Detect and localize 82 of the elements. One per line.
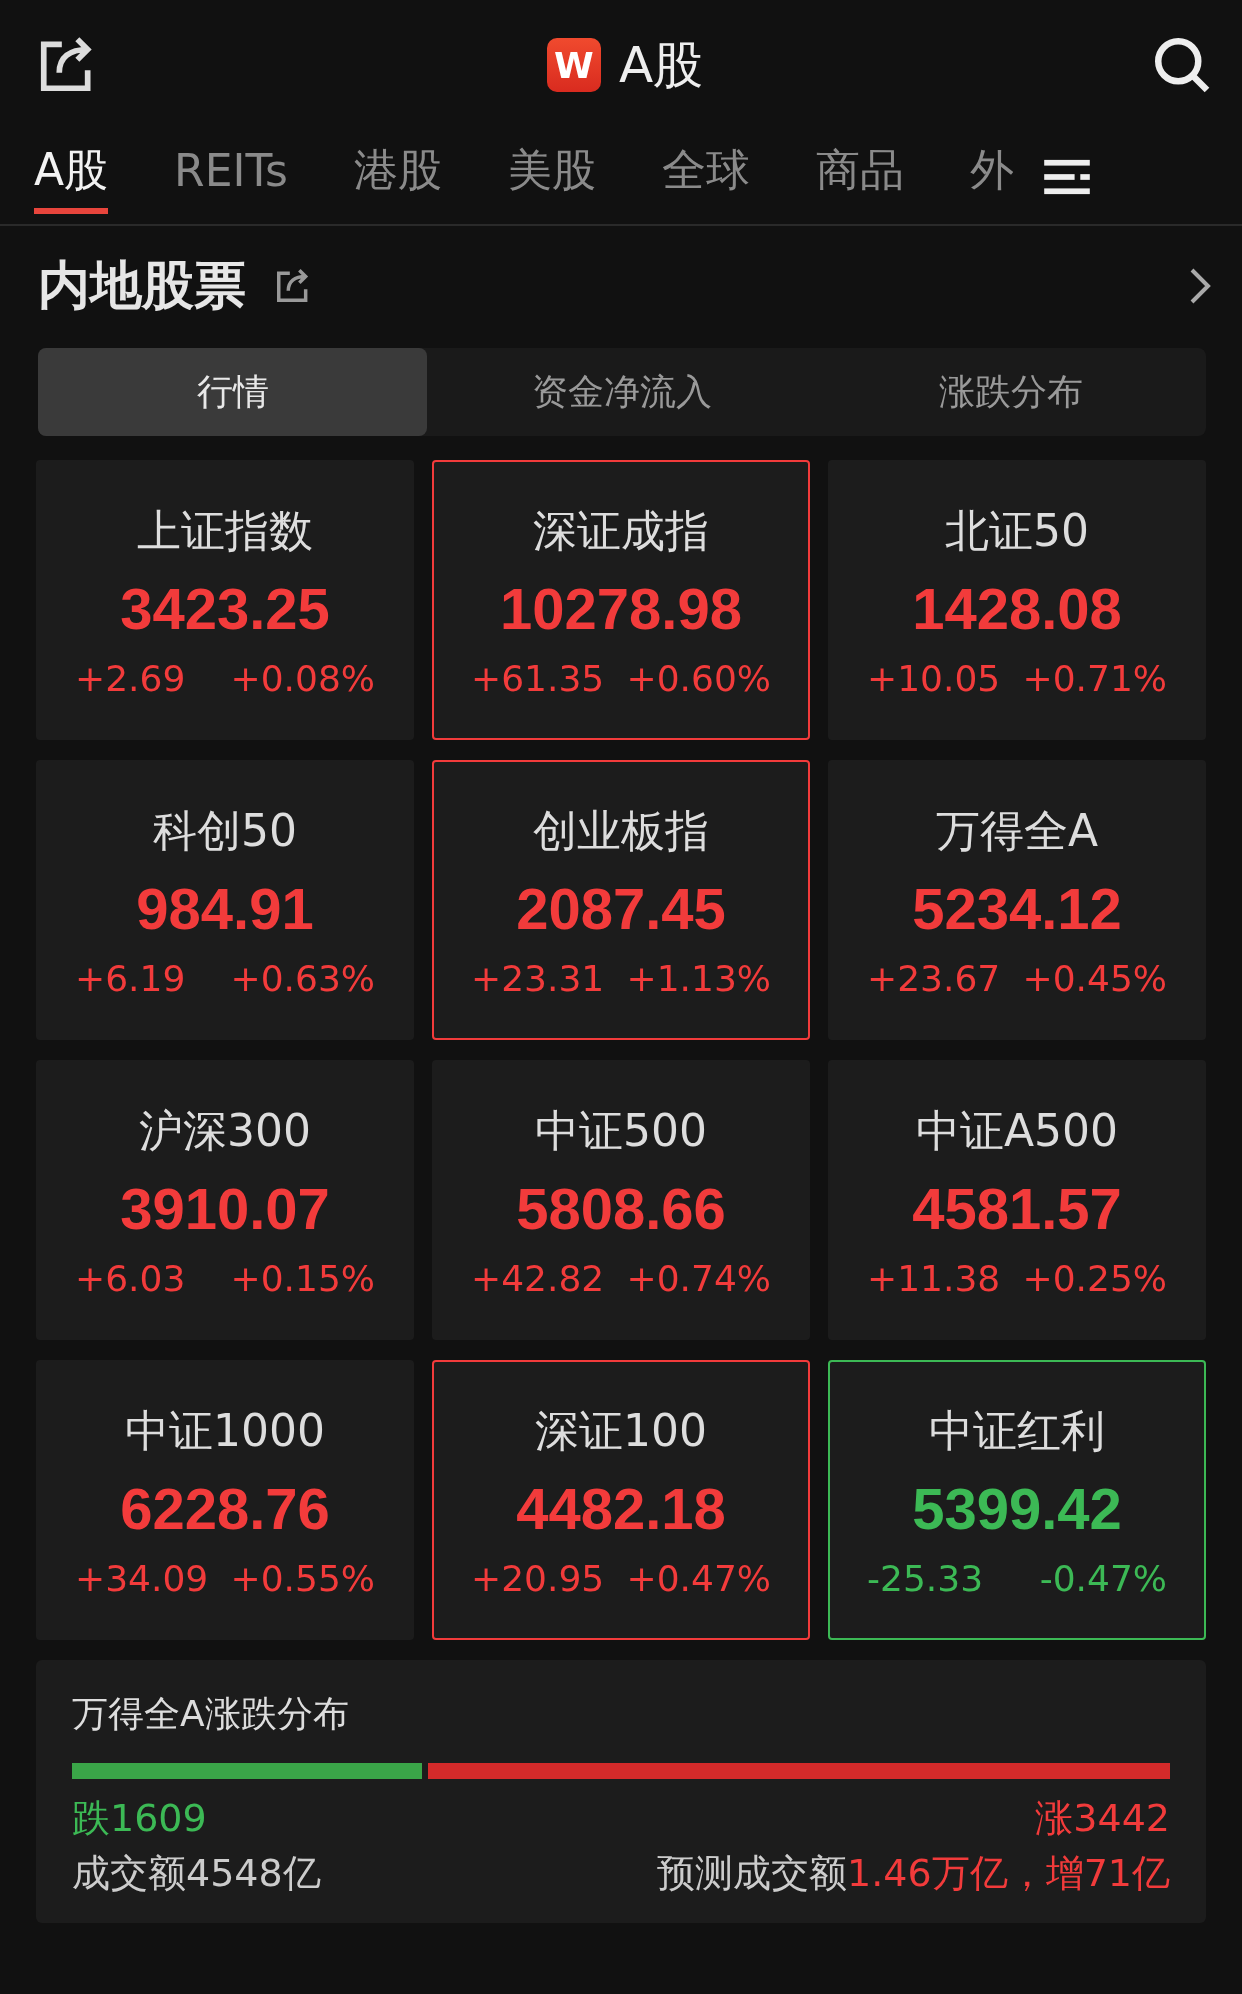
search-icon[interactable] <box>1152 35 1212 95</box>
index-change: +61.35 <box>471 657 605 699</box>
index-percent: +0.08% <box>230 657 375 699</box>
index-percent: +0.47% <box>626 1557 771 1599</box>
index-percent: +0.15% <box>230 1257 375 1299</box>
index-value: 3423.25 <box>120 574 330 642</box>
index-change: +23.31 <box>471 957 605 999</box>
index-value: 1428.08 <box>912 574 1122 642</box>
market-tab[interactable]: REITs <box>174 144 288 210</box>
index-change: -25.33 <box>867 1557 984 1599</box>
index-card[interactable]: 科创50 984.91 +6.19 +0.63% <box>36 760 414 1040</box>
market-tab[interactable]: 美股 <box>508 140 596 214</box>
app-logo: W <box>546 38 601 92</box>
index-percent: +0.71% <box>1022 657 1167 699</box>
index-card[interactable]: 深证100 4482.18 +20.95 +0.47% <box>432 1360 810 1640</box>
index-card[interactable]: 中证500 5808.66 +42.82 +0.74% <box>432 1060 810 1340</box>
market-tab[interactable]: A股 <box>34 140 109 214</box>
index-name: 沪深300 <box>139 1103 311 1158</box>
index-name: 北证50 <box>945 503 1089 558</box>
index-change: +6.19 <box>75 957 186 999</box>
section-title: 内地股票 <box>38 254 246 317</box>
index-card[interactable]: 中证A500 4581.57 +11.38 +0.25% <box>828 1060 1206 1340</box>
index-value: 5808.66 <box>516 1174 726 1242</box>
index-change: +34.09 <box>75 1557 209 1599</box>
index-percent: +0.74% <box>626 1257 771 1299</box>
index-name: 中证500 <box>535 1103 707 1158</box>
index-change: +23.67 <box>867 957 1001 999</box>
index-change: +11.38 <box>867 1257 1001 1299</box>
index-name: 中证红利 <box>929 1403 1105 1458</box>
index-card[interactable]: 万得全A 5234.12 +23.67 +0.45% <box>828 760 1206 1040</box>
index-change: +2.69 <box>75 657 186 699</box>
forecast-label: 预测成交额 <box>657 1851 848 1895</box>
index-percent: +0.45% <box>1022 957 1167 999</box>
index-percent: -0.47% <box>1039 1557 1167 1599</box>
index-value: 5234.12 <box>912 874 1122 942</box>
index-change: +6.03 <box>75 1257 186 1299</box>
index-card[interactable]: 中证1000 6228.76 +34.09 +0.55% <box>36 1360 414 1640</box>
market-tab[interactable]: 全球 <box>662 140 750 214</box>
market-tab[interactable]: 外 <box>970 140 1014 214</box>
index-card[interactable]: 沪深300 3910.07 +6.03 +0.15% <box>36 1060 414 1340</box>
index-change: +42.82 <box>471 1257 605 1299</box>
fall-count: 跌1609 <box>72 1795 207 1842</box>
index-name: 科创50 <box>153 803 297 858</box>
rise-count: 涨3442 <box>1035 1795 1170 1842</box>
index-name: 创业板指 <box>533 803 709 858</box>
menu-icon[interactable] <box>1044 158 1090 196</box>
turnover-text: 成交额4548亿 <box>72 1850 321 1897</box>
index-name: 深证成指 <box>533 503 709 558</box>
index-value: 4482.18 <box>516 1474 726 1542</box>
chevron-right-icon[interactable] <box>1188 266 1212 306</box>
index-value: 6228.76 <box>120 1474 330 1542</box>
index-percent: +0.63% <box>230 957 375 999</box>
index-name: 中证A500 <box>915 1103 1119 1158</box>
distribution-title: 万得全A涨跌分布 <box>72 1692 350 1736</box>
forecast-value: 1.46万亿，增71亿 <box>847 1851 1170 1895</box>
index-value: 3910.07 <box>120 1174 330 1242</box>
market-tab[interactable]: 港股 <box>354 140 442 214</box>
index-card[interactable]: 创业板指 2087.45 +23.31 +1.13% <box>432 760 810 1040</box>
segment-tab[interactable]: 资金净流入 <box>427 348 817 436</box>
index-percent: +1.13% <box>626 957 771 999</box>
index-card[interactable]: 北证50 1428.08 +10.05 +0.71% <box>828 460 1206 740</box>
index-card[interactable]: 深证成指 10278.98 +61.35 +0.60% <box>432 460 810 740</box>
index-change: +20.95 <box>471 1557 605 1599</box>
index-value: 984.91 <box>136 874 314 942</box>
index-name: 深证100 <box>535 1403 707 1458</box>
index-value: 5399.42 <box>912 1474 1122 1542</box>
index-change: +10.05 <box>867 657 1001 699</box>
index-percent: +0.60% <box>626 657 771 699</box>
index-percent: +0.25% <box>1022 1257 1167 1299</box>
segment-tab[interactable]: 涨跌分布 <box>816 348 1206 436</box>
index-name: 中证1000 <box>125 1403 325 1458</box>
index-value: 2087.45 <box>516 874 726 942</box>
index-name: 上证指数 <box>137 503 313 558</box>
index-percent: +0.55% <box>230 1557 375 1599</box>
page-title: A股 <box>618 34 704 96</box>
market-tab[interactable]: 商品 <box>816 140 904 214</box>
index-value: 10278.98 <box>500 574 742 642</box>
index-name: 万得全A <box>935 803 1099 858</box>
index-value: 4581.57 <box>912 1174 1122 1242</box>
index-card[interactable]: 上证指数 3423.25 +2.69 +0.08% <box>36 460 414 740</box>
index-card[interactable]: 中证红利 5399.42 -25.33 -0.47% <box>828 1360 1206 1640</box>
segment-tab[interactable]: 行情 <box>38 348 428 436</box>
